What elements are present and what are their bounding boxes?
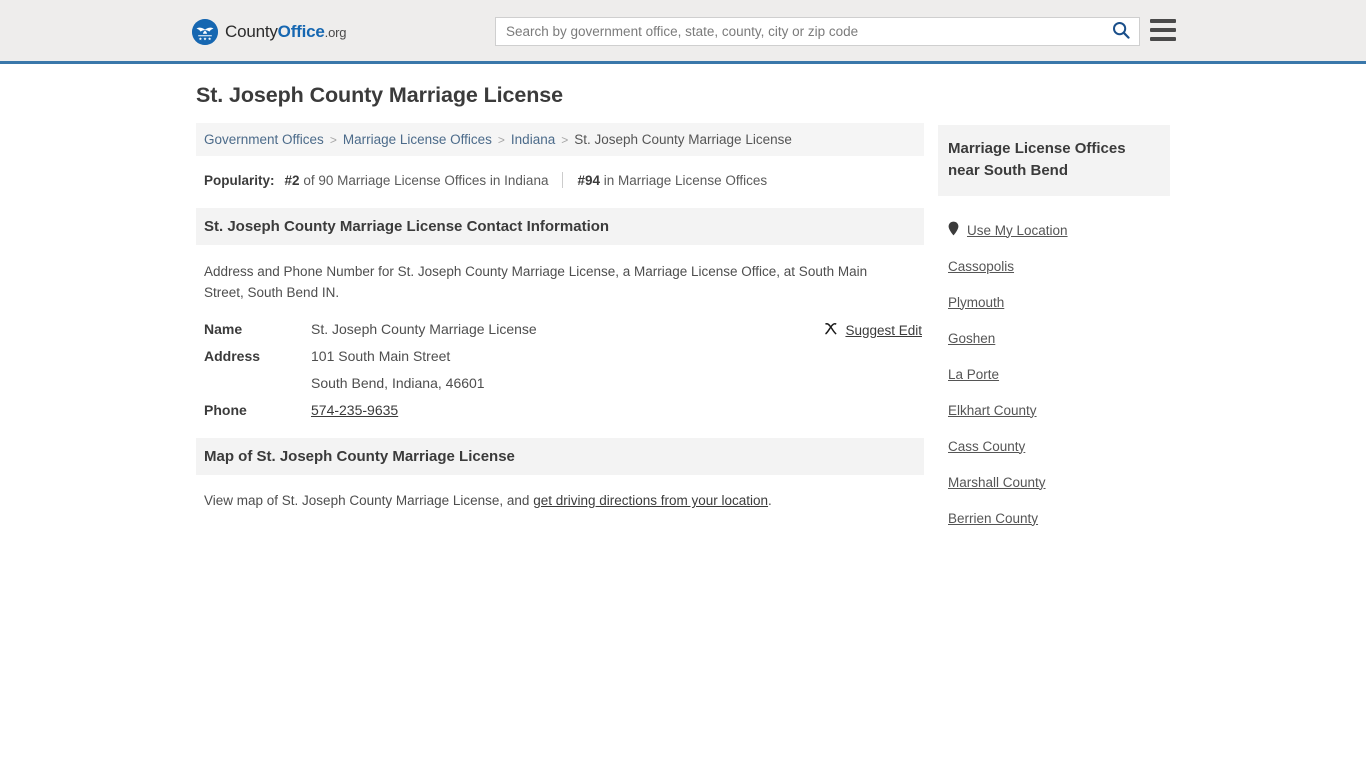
contact-section-heading: St. Joseph County Marriage License Conta…	[196, 208, 924, 245]
contact-row-phone: Phone 574-235-9635	[204, 402, 916, 418]
map-text-before: View map of St. Joseph County Marriage L…	[204, 493, 534, 508]
popularity-state-rank: #2 of 90 Marriage License Offices in Ind…	[285, 173, 549, 188]
map-section-text: View map of St. Joseph County Marriage L…	[196, 493, 924, 508]
sidebar-link-plymouth[interactable]: Plymouth	[948, 295, 1004, 310]
site-header: CountyOffice.org	[0, 0, 1366, 64]
sidebar-link-elkhart-county[interactable]: Elkhart County	[948, 403, 1037, 418]
sidebar-item-goshen[interactable]: Goshen	[938, 320, 1170, 356]
use-my-location-link[interactable]: Use My Location	[967, 223, 1068, 238]
popularity-state-rank-text: of 90 Marriage License Offices in Indian…	[303, 172, 549, 188]
contact-value-address-line2: South Bend, Indiana, 46601	[311, 375, 485, 391]
sidebar-item-cassopolis[interactable]: Cassopolis	[938, 248, 1170, 284]
page-title: St. Joseph County Marriage License	[196, 83, 563, 107]
contact-value-address-line1: 101 South Main Street	[311, 348, 451, 364]
sidebar-item-plymouth[interactable]: Plymouth	[938, 284, 1170, 320]
contact-key-name: Name	[204, 321, 243, 337]
popularity-state-rank-value: #2	[284, 172, 300, 188]
pencil-edit-icon	[824, 322, 838, 339]
phone-link[interactable]: 574-235-9635	[311, 402, 398, 418]
sidebar-link-cass-county[interactable]: Cass County	[948, 439, 1025, 454]
popularity-label: Popularity:	[204, 172, 275, 188]
driving-directions-link[interactable]: get driving directions from your locatio…	[533, 493, 768, 508]
sidebar-heading: Marriage License Offices near South Bend	[938, 125, 1170, 196]
sidebar-link-la-porte[interactable]: La Porte	[948, 367, 999, 382]
site-logo-text: CountyOffice.org	[225, 22, 346, 42]
contact-value-phone: 574-235-9635	[311, 402, 398, 418]
logo-text-county: County	[225, 22, 278, 41]
sidebar-item-marshall-county[interactable]: Marshall County	[938, 464, 1170, 500]
sidebar-item-elkhart-county[interactable]: Elkhart County	[938, 392, 1170, 428]
breadcrumb-item-marriage-license-offices[interactable]: Marriage License Offices	[343, 132, 492, 147]
breadcrumb-item-current: St. Joseph County Marriage License	[574, 132, 792, 147]
contact-row-address-line2: South Bend, Indiana, 46601	[204, 375, 916, 391]
search-input[interactable]	[496, 18, 1103, 45]
breadcrumb-separator: >	[329, 132, 337, 147]
search-icon	[1112, 21, 1130, 42]
contact-row-address: Address 101 South Main Street	[204, 348, 916, 364]
main-content: St. Joseph County Marriage License Gover…	[196, 82, 924, 522]
eagle-seal-icon	[192, 19, 218, 45]
contact-key-address: Address	[204, 348, 261, 364]
sidebar-link-berrien-county[interactable]: Berrien County	[948, 511, 1038, 526]
map-section-heading: Map of St. Joseph County Marriage Licens…	[196, 438, 924, 475]
breadcrumb: Government Offices > Marriage License Of…	[196, 123, 924, 156]
hamburger-menu-icon[interactable]	[1150, 19, 1176, 41]
map-pin-icon	[948, 221, 959, 239]
logo-text-office: Office	[277, 22, 325, 41]
breadcrumb-separator: >	[497, 132, 505, 147]
breadcrumb-item-government-offices[interactable]: Government Offices	[204, 132, 324, 147]
contact-key-phone: Phone	[204, 402, 247, 418]
site-logo[interactable]: CountyOffice.org	[192, 19, 346, 45]
contact-value-name: St. Joseph County Marriage License	[311, 321, 537, 337]
popularity-national-rank-text: in Marriage License Offices	[603, 172, 768, 188]
sidebar-item-use-my-location[interactable]: Use My Location	[938, 212, 1170, 248]
sidebar-list: Use My Location Cassopolis Plymouth Gosh…	[938, 212, 1170, 536]
sidebar-item-la-porte[interactable]: La Porte	[938, 356, 1170, 392]
popularity-row: Popularity: #2 of 90 Marriage License Of…	[196, 172, 924, 188]
menu-bar-2	[1150, 28, 1176, 32]
map-text-after: .	[768, 493, 772, 508]
suggest-edit-button[interactable]: Suggest Edit	[824, 322, 922, 339]
sidebar: Marriage License Offices near South Bend…	[938, 125, 1170, 536]
sidebar-link-goshen[interactable]: Goshen	[948, 331, 995, 346]
popularity-national-rank-value: #94	[577, 172, 600, 188]
menu-bar-3	[1150, 37, 1176, 41]
sidebar-link-cassopolis[interactable]: Cassopolis	[948, 259, 1014, 274]
popularity-national-rank: #94 in Marriage License Offices	[577, 173, 767, 188]
popularity-divider	[562, 172, 564, 188]
breadcrumb-item-indiana[interactable]: Indiana	[511, 132, 555, 147]
sidebar-link-marshall-county[interactable]: Marshall County	[948, 475, 1046, 490]
breadcrumb-separator: >	[561, 132, 569, 147]
suggest-edit-label: Suggest Edit	[845, 323, 922, 338]
sidebar-item-cass-county[interactable]: Cass County	[938, 428, 1170, 464]
contact-intro-text: Address and Phone Number for St. Joseph …	[204, 264, 868, 300]
menu-bar-1	[1150, 19, 1176, 23]
search-bar[interactable]	[495, 17, 1140, 46]
logo-text-org: .org	[324, 25, 347, 40]
contact-row-name: Name St. Joseph County Marriage License	[204, 321, 916, 337]
sidebar-item-berrien-county[interactable]: Berrien County	[938, 500, 1170, 536]
search-button[interactable]	[1103, 18, 1139, 45]
contact-details: Suggest Edit Name St. Joseph County Marr…	[196, 321, 924, 418]
